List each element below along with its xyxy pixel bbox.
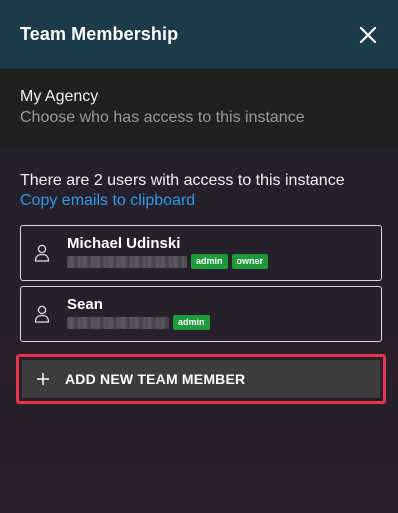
member-email-redacted bbox=[67, 317, 169, 329]
close-icon bbox=[359, 26, 377, 43]
add-team-member-button[interactable]: ADD NEW TEAM MEMBER bbox=[22, 360, 380, 398]
role-badge-owner: owner bbox=[231, 254, 269, 269]
member-badges: admin bbox=[173, 315, 210, 330]
access-summary: There are 2 users with access to this in… bbox=[20, 172, 345, 189]
user-icon bbox=[34, 244, 50, 262]
member-badges: admin owner bbox=[191, 254, 269, 269]
add-team-member-label: ADD NEW TEAM MEMBER bbox=[65, 371, 246, 387]
panel-header: Team Membership bbox=[0, 0, 398, 69]
role-badge-admin: admin bbox=[191, 254, 228, 269]
copy-emails-link[interactable]: Copy emails to clipboard bbox=[20, 191, 195, 211]
organization-subtitle: Choose who has access to this instance bbox=[20, 109, 305, 126]
organization-info: My Agency Choose who has access to this … bbox=[0, 69, 398, 149]
member-card[interactable]: Michael Udinski admin owner bbox=[20, 225, 382, 281]
member-name: Michael Udinski bbox=[67, 235, 181, 252]
role-badge-admin: admin bbox=[173, 315, 210, 330]
member-name: Sean bbox=[67, 296, 103, 313]
membership-content: There are 2 users with access to this in… bbox=[0, 149, 398, 513]
user-icon bbox=[34, 305, 50, 323]
close-button[interactable] bbox=[356, 23, 380, 47]
member-email-redacted bbox=[67, 256, 187, 268]
add-member-highlight: ADD NEW TEAM MEMBER bbox=[16, 354, 386, 404]
member-card[interactable]: Sean admin bbox=[20, 286, 382, 342]
panel-title: Team Membership bbox=[20, 24, 179, 44]
member-list: Michael Udinski admin owner Sean admin bbox=[20, 225, 382, 342]
organization-name: My Agency bbox=[20, 88, 99, 105]
plus-icon bbox=[36, 372, 50, 386]
